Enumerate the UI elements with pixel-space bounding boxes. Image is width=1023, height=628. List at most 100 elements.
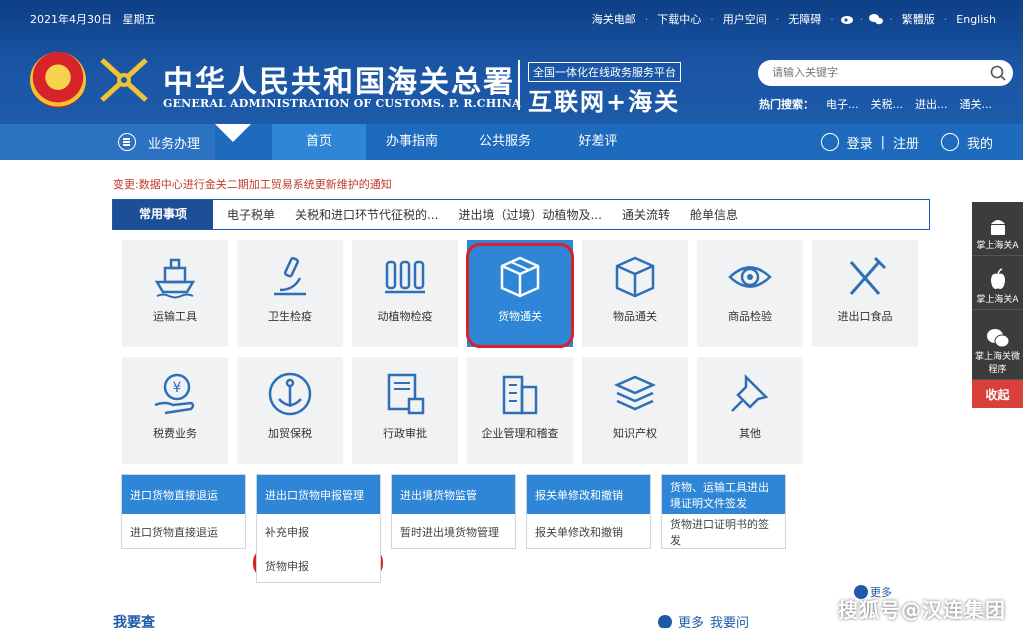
nav-biz-label: 业务办理 bbox=[148, 136, 201, 152]
nav-business-menu[interactable]: 业务办理 bbox=[0, 124, 215, 160]
side-collapse-button[interactable]: 收起 bbox=[972, 380, 1023, 408]
register-link[interactable]: 注册 bbox=[893, 133, 919, 152]
customs-logo bbox=[100, 58, 148, 102]
hot-search-label: 热门搜索： bbox=[759, 98, 814, 111]
more-icon bbox=[658, 614, 672, 628]
link-email[interactable]: 海关电邮 bbox=[583, 11, 645, 27]
service-label: 其他 bbox=[739, 427, 761, 440]
android-icon bbox=[990, 220, 1005, 235]
menu-icon bbox=[118, 133, 136, 151]
sub-card-item[interactable]: 进口货物直接退运 bbox=[122, 514, 245, 548]
link-accessibility[interactable]: 无障碍 bbox=[779, 11, 830, 27]
tab-e-tax[interactable]: 电子税单 bbox=[217, 206, 285, 223]
service-label: 税费业务 bbox=[153, 427, 197, 440]
hot-item[interactable]: 电子... bbox=[826, 96, 859, 112]
service-label: 行政审批 bbox=[383, 427, 427, 440]
weekday-text: 星期五 bbox=[122, 13, 156, 26]
link-user-space[interactable]: 用户空间 bbox=[714, 11, 776, 27]
service-enterprise[interactable]: 企业管理和稽查 bbox=[467, 357, 573, 464]
microscope-icon bbox=[274, 256, 306, 296]
search-icon[interactable] bbox=[989, 64, 1007, 82]
service-other[interactable]: 其他 bbox=[697, 357, 803, 464]
tab-clearance-flow[interactable]: 通关流转 bbox=[612, 206, 680, 223]
sub-card-item[interactable]: 货物申报 bbox=[257, 548, 380, 582]
link-traditional[interactable]: 繁體版 bbox=[893, 11, 944, 27]
side-app-panel: 掌上海关A 掌上海关A 掌上海关微程序 收起 bbox=[972, 202, 1023, 408]
sub-card-item[interactable]: 暂时进出境货物管理 bbox=[392, 514, 515, 548]
svg-text:¥: ¥ bbox=[173, 380, 182, 396]
login-icon bbox=[820, 133, 839, 151]
nav-user-area: 登录 | 注册 我的 bbox=[820, 124, 993, 160]
hot-item[interactable]: 进出... bbox=[915, 96, 948, 112]
wechat-icon[interactable] bbox=[869, 13, 884, 25]
side-ios[interactable]: 掌上海关A bbox=[972, 256, 1023, 310]
mine-link[interactable]: 我的 bbox=[967, 133, 993, 152]
tab-manifest[interactable]: 舱单信息 bbox=[680, 206, 748, 223]
hot-item[interactable]: 关税... bbox=[871, 96, 904, 112]
service-tax[interactable]: ¥ 税费业务 bbox=[122, 357, 228, 464]
sub-card-title[interactable]: 进口货物直接退运 bbox=[122, 475, 245, 514]
yen-hand-icon: ¥ bbox=[154, 373, 195, 415]
hot-item[interactable]: 通关... bbox=[960, 96, 993, 112]
sub-card-title[interactable]: 报关单修改和撤销 bbox=[527, 475, 650, 514]
more-link-ask[interactable]: 更多 我要问 bbox=[658, 612, 749, 628]
nav-home[interactable]: 首页 bbox=[272, 124, 366, 160]
fork-knife-icon bbox=[849, 256, 887, 295]
service-transport[interactable]: 运输工具 bbox=[122, 240, 228, 347]
service-label: 商品检验 bbox=[728, 310, 772, 323]
sub-card-title[interactable]: 货物、运输工具进出境证明文件签发 bbox=[662, 475, 785, 514]
link-english[interactable]: English bbox=[947, 13, 1005, 26]
section-query-title: 我要查 bbox=[113, 615, 155, 628]
anchor-icon bbox=[268, 372, 312, 416]
login-link[interactable]: 登录 bbox=[847, 133, 873, 152]
sub-card-item[interactable]: 补充申报 bbox=[257, 514, 380, 548]
sub-card-supervision: 进出境货物监管 暂时进出境货物管理 bbox=[391, 474, 516, 549]
header-date: 2021年4月30日 星期五 bbox=[30, 11, 156, 27]
tab-quarantine[interactable]: 进出境（过境）动植物及... bbox=[448, 206, 611, 223]
site-title-cn: 中华人民共和国海关总署 bbox=[163, 65, 515, 100]
main-nav: 业务办理 首页 办事指南 公共服务 好差评 登录 | 注册 我的 bbox=[0, 124, 1023, 160]
site-header: 2021年4月30日 星期五 海关电邮 · 下载中心 · 用户空间 · 无障碍 … bbox=[0, 0, 1023, 124]
service-ip[interactable]: 知识产权 bbox=[582, 357, 688, 464]
search-input[interactable] bbox=[772, 60, 987, 86]
watermark: 搜狐号@汉连集团 bbox=[838, 598, 1006, 622]
sub-card-modify: 报关单修改和撤销 报关单修改和撤销 bbox=[526, 474, 651, 549]
service-health-quarantine[interactable]: 卫生检疫 bbox=[237, 240, 343, 347]
sub-card-item[interactable]: 报关单修改和撤销 bbox=[527, 514, 650, 548]
national-emblem-logo bbox=[30, 52, 86, 108]
service-label: 卫生检疫 bbox=[268, 310, 312, 323]
apple-icon bbox=[990, 268, 1005, 289]
ship-icon bbox=[154, 258, 196, 299]
nav-public-service[interactable]: 公共服务 bbox=[458, 124, 552, 160]
weibo-icon[interactable] bbox=[840, 13, 854, 25]
pin-icon bbox=[731, 373, 769, 412]
hot-search: 热门搜索： 电子... 关税... 进出... 通关... bbox=[759, 96, 992, 112]
sub-card-title[interactable]: 进出境货物监管 bbox=[392, 475, 515, 514]
service-food[interactable]: 进出口食品 bbox=[812, 240, 918, 347]
notice-link[interactable]: 变更:数据中心进行金关二期加工贸易系统更新维护的通知 bbox=[113, 176, 392, 192]
link-download[interactable]: 下载中心 bbox=[648, 11, 710, 27]
tab-common[interactable]: 常用事项 bbox=[113, 200, 214, 229]
service-bonded[interactable]: 加贸保税 bbox=[237, 357, 343, 464]
service-commodity-inspection[interactable]: 商品检验 bbox=[697, 240, 803, 347]
site-title-en: GENERAL ADMINISTRATION OF CUSTOMS. P. R.… bbox=[163, 97, 521, 110]
plant-quarantine-icon bbox=[385, 260, 425, 294]
platform-title: 互联网+海关 bbox=[528, 88, 681, 116]
nav-guide[interactable]: 办事指南 bbox=[366, 124, 458, 160]
sub-card-return: 进口货物直接退运 进口货物直接退运 bbox=[121, 474, 246, 549]
sub-card-item[interactable]: 货物进口证明书的签发 bbox=[662, 514, 785, 548]
service-approval[interactable]: 行政审批 bbox=[352, 357, 458, 464]
eye-icon bbox=[728, 266, 772, 288]
service-animal-plant-quarantine[interactable]: 动植物检疫 bbox=[352, 240, 458, 347]
building-icon bbox=[502, 375, 538, 415]
platform-label: 全国一体化在线政务服务平台 bbox=[528, 62, 681, 82]
tab-tariff[interactable]: 关税和进口环节代征税的... bbox=[285, 206, 448, 223]
books-icon bbox=[613, 375, 657, 411]
header-links: 海关电邮 · 下载中心 · 用户空间 · 无障碍 · · · 繁體版 · Eng… bbox=[583, 11, 1005, 27]
service-article-clearance[interactable]: 物品通关 bbox=[582, 240, 688, 347]
sub-card-title[interactable]: 进出口货物申报管理 bbox=[257, 475, 380, 514]
side-android[interactable]: 掌上海关A bbox=[972, 202, 1023, 256]
wechat-mini-icon bbox=[986, 329, 1009, 348]
nav-evaluation[interactable]: 好差评 bbox=[552, 124, 644, 160]
side-wechat[interactable]: 掌上海关微程序 bbox=[972, 310, 1023, 380]
